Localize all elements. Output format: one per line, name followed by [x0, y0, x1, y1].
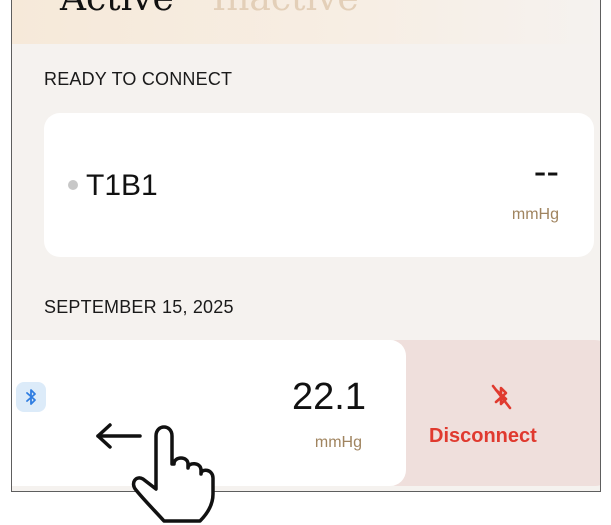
device-name: T1B1 — [86, 169, 158, 202]
reading-value: 22.1 — [292, 376, 366, 418]
reading-value: -- — [533, 151, 559, 193]
bluetooth-off-icon — [488, 382, 514, 412]
device-card-t1b1[interactable]: T1B1 -- mmHg — [44, 113, 594, 257]
ready-section-title: READY TO CONNECT — [44, 69, 233, 89]
bluetooth-badge — [16, 382, 46, 412]
date-section-title: SEPTEMBER 15, 2025 — [44, 297, 234, 317]
bluetooth-icon — [26, 389, 36, 405]
segment-active-tab[interactable]: Active — [60, 0, 174, 19]
reading-unit: mmHg — [511, 206, 559, 223]
hand-swipe-icon — [126, 420, 218, 524]
segment-inactive-tab[interactable]: Inactive — [212, 0, 359, 19]
segment-control: Active Inactive — [12, 0, 600, 44]
reading-unit: mmHg — [314, 434, 362, 451]
status-dot — [68, 180, 78, 190]
disconnect-button-label: Disconnect — [429, 425, 537, 447]
disconnect-action[interactable] — [381, 340, 600, 486]
app-screen: Active Inactive READY TO CONNECT T1B1 --… — [11, 0, 601, 492]
